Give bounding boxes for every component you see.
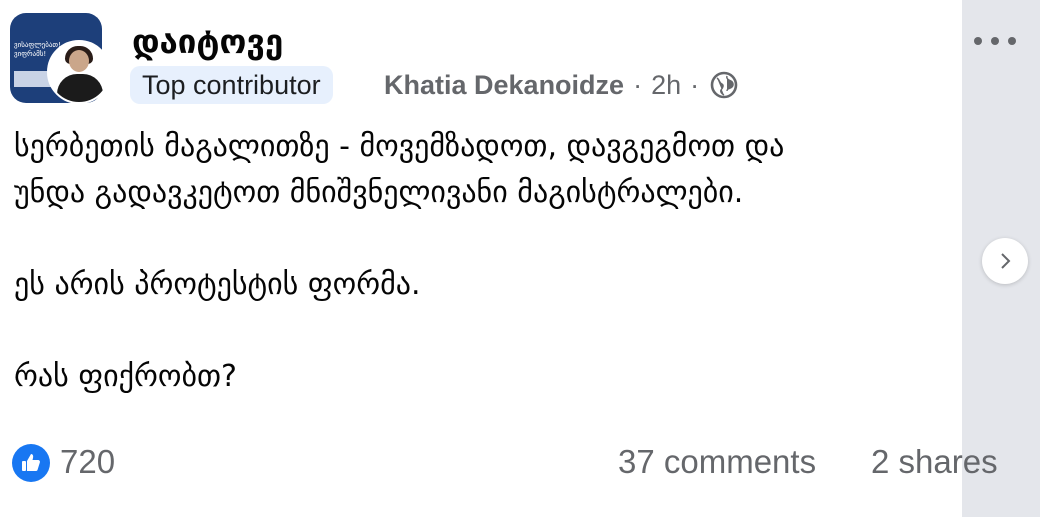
comments-count[interactable]: 37 comments bbox=[618, 440, 816, 484]
globe-icon[interactable] bbox=[710, 71, 738, 99]
shares-count[interactable]: 2 shares bbox=[871, 440, 998, 484]
post-line: უნდა გადავკეტოთ მნიშვნელივანი მაგისტრალე… bbox=[14, 175, 744, 210]
meta-separator: · bbox=[633, 69, 643, 100]
post-meta: Khatia Dekanoidze · 2h · bbox=[384, 66, 738, 104]
like-count[interactable]: 720 bbox=[60, 440, 115, 484]
more-dot bbox=[991, 37, 999, 45]
more-dot bbox=[1008, 37, 1016, 45]
chevron-right-icon[interactable] bbox=[982, 238, 1028, 284]
avatar-body bbox=[57, 74, 103, 102]
facebook-post: ვისაფლებათ! ვიფრამს! დაიტოვე Top contrib… bbox=[0, 0, 1040, 517]
author-name-link[interactable]: Khatia Dekanoidze bbox=[384, 70, 624, 101]
post-footer: 720 37 comments 2 shares bbox=[0, 438, 1040, 488]
more-options-icon[interactable] bbox=[974, 34, 1016, 48]
post-body: სერბეთის მაგალითზე - მოვემზადოთ, დავგეგმ… bbox=[14, 124, 962, 400]
badge-label: Top contributor bbox=[142, 69, 321, 100]
thumbs-up-icon[interactable] bbox=[12, 444, 50, 482]
group-name-link[interactable]: დაიტოვე bbox=[132, 22, 283, 62]
post-line: სერბეთის მაგალითზე - მოვემზადოთ, დავგეგმ… bbox=[14, 129, 785, 164]
more-dot bbox=[974, 37, 982, 45]
author-avatar[interactable] bbox=[47, 40, 111, 104]
meta-separator: · bbox=[690, 69, 700, 100]
post-line: ეს არის პროტესტის ფორმა. bbox=[14, 267, 421, 302]
avatar-face bbox=[69, 50, 89, 72]
post-line: რას ფიქრობთ? bbox=[14, 359, 237, 394]
post-timestamp[interactable]: 2h bbox=[651, 70, 681, 101]
top-contributor-badge[interactable]: Top contributor bbox=[130, 66, 333, 104]
